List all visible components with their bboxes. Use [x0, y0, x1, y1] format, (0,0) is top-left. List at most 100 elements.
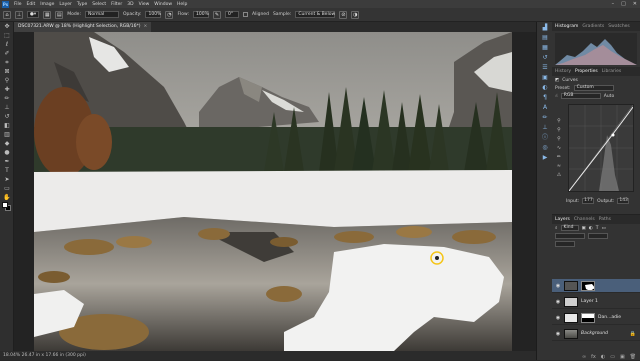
opacity-field[interactable]: 100% — [145, 11, 162, 18]
photoshop-logo[interactable]: Ps — [2, 0, 9, 8]
new-group-icon[interactable]: ▭ — [610, 354, 615, 360]
close-tab-icon[interactable]: × — [144, 24, 148, 29]
paragraph-icon[interactable]: ¶ — [540, 94, 550, 102]
layer-fill-field[interactable] — [555, 241, 575, 247]
libraries-icon[interactable]: ▣ — [540, 74, 550, 82]
histogram-icon[interactable]: ▟ — [540, 24, 550, 32]
brush-icon[interactable]: ✏ — [540, 114, 550, 122]
layer-mask-thumbnail[interactable] — [581, 280, 595, 291]
eraser-tool-icon[interactable]: ◧ — [2, 122, 12, 130]
visibility-eye-icon[interactable]: ◉ — [555, 331, 561, 337]
menu-3d[interactable]: 3D — [127, 2, 133, 7]
layer-row-background[interactable]: ◉ Background 🔒 — [552, 327, 640, 341]
tab-channels[interactable]: Channels — [574, 217, 595, 222]
home-icon[interactable]: ⌂ — [3, 10, 11, 19]
gray-point-eyedropper-icon[interactable]: ⚲ — [555, 127, 563, 134]
layer-row-dan[interactable]: ◉ Dan...adie — [552, 311, 640, 325]
move-tool-icon[interactable]: ✥ — [2, 23, 12, 31]
brush-tool-icon[interactable]: ✏ — [2, 95, 12, 103]
navigator-icon[interactable]: ◎ — [540, 144, 550, 152]
ignore-adjustment-icon[interactable]: ⊘ — [339, 10, 348, 19]
white-point-eyedropper-icon[interactable]: ⚲ — [555, 136, 563, 143]
pencil-curve-icon[interactable]: ✏ — [555, 154, 563, 161]
aligned-checkbox[interactable] — [243, 12, 249, 17]
add-mask-icon[interactable]: ◐ — [601, 354, 605, 360]
close-window-button[interactable]: ✕ — [633, 1, 637, 7]
delete-layer-icon[interactable]: 🗑 — [630, 354, 636, 360]
character-icon[interactable]: A — [540, 104, 550, 112]
menu-layer[interactable]: Layer — [59, 2, 72, 7]
tab-swatches[interactable]: Swatches — [608, 24, 630, 29]
brush-settings-icon[interactable]: ▦ — [43, 10, 52, 19]
channel-select[interactable]: RGB — [560, 93, 601, 99]
maximize-button[interactable]: □ — [621, 1, 626, 7]
layer-opacity-field[interactable] — [588, 233, 608, 239]
new-layer-icon[interactable]: ▣ — [620, 354, 625, 360]
menu-help[interactable]: Help — [177, 2, 187, 7]
tab-histogram[interactable]: Histogram — [555, 24, 578, 29]
eyedropper-tool-icon[interactable]: ⚲ — [2, 77, 12, 85]
filter-adjust-icon[interactable]: ◐ — [589, 226, 593, 231]
menu-select[interactable]: Select — [92, 2, 106, 7]
tab-layers[interactable]: Layers — [555, 217, 570, 222]
pen-tool-icon[interactable]: ✒ — [2, 158, 12, 166]
menu-image[interactable]: Image — [40, 2, 54, 7]
foreground-color-swatch[interactable] — [2, 202, 8, 208]
blur-tool-icon[interactable]: ◆ — [2, 140, 12, 148]
adjustments-icon[interactable]: ◐ — [540, 84, 550, 92]
curve-point-tool-icon[interactable]: ∿ — [555, 145, 563, 152]
clipping-warning-icon[interactable]: ⚠ — [555, 172, 563, 179]
airbrush-icon[interactable]: ✎ — [213, 10, 222, 19]
clone-source-icon[interactable]: ▤ — [55, 10, 64, 19]
curves-graph[interactable] — [568, 104, 634, 192]
tab-paths[interactable]: Paths — [599, 217, 611, 222]
input-field[interactable]: 177 — [582, 198, 595, 204]
sample-select[interactable]: Current & Below — [295, 11, 336, 18]
crop-tool-icon[interactable]: ⌗ — [2, 59, 12, 67]
filter-shape-icon[interactable]: ▭ — [601, 226, 605, 231]
output-field[interactable]: 143 — [617, 198, 630, 204]
clone-stamp-tool-icon[interactable]: ⊥ — [2, 104, 12, 112]
info-icon[interactable]: ⓘ — [540, 134, 550, 142]
auto-button[interactable]: Auto — [604, 94, 614, 99]
tab-properties[interactable]: Properties — [575, 69, 598, 74]
swatches-icon[interactable]: ▦ — [540, 44, 550, 52]
history-icon[interactable]: ↺ — [540, 54, 550, 62]
path-select-tool-icon[interactable]: ➤ — [2, 176, 12, 184]
mode-select[interactable]: Normal — [84, 11, 119, 18]
pressure-size-icon[interactable]: ◑ — [351, 10, 360, 19]
menu-window[interactable]: Window — [154, 2, 172, 7]
black-point-eyedropper-icon[interactable]: ⚲ — [555, 118, 563, 125]
layer-row-layer1[interactable]: ◉ Layer 1 — [552, 295, 640, 309]
menu-view[interactable]: View — [139, 2, 150, 7]
history-brush-tool-icon[interactable]: ↺ — [2, 113, 12, 121]
clone-stamp-icon[interactable]: ⊥ — [15, 10, 23, 19]
healing-brush-tool-icon[interactable]: ✚ — [2, 86, 12, 94]
pressure-opacity-icon[interactable]: ◔ — [165, 10, 174, 19]
menu-type[interactable]: Type — [77, 2, 87, 7]
on-image-adjust-icon[interactable]: ☝ — [555, 94, 558, 99]
filter-pixel-icon[interactable]: ▣ — [582, 226, 586, 231]
layer-mask-thumbnail[interactable] — [581, 312, 595, 323]
visibility-eye-icon[interactable]: ◉ — [555, 283, 561, 289]
tab-libraries[interactable]: Libraries — [602, 69, 621, 74]
kind-filter-select[interactable]: Kind — [560, 225, 579, 231]
layer-row-curves[interactable]: ◉ — [552, 279, 640, 293]
clone-source-panel-icon[interactable]: ⊥ — [540, 124, 550, 132]
shape-tool-icon[interactable]: ▭ — [2, 185, 12, 193]
tab-history[interactable]: History — [555, 69, 571, 74]
blend-mode-select[interactable] — [555, 233, 585, 239]
quick-select-tool-icon[interactable]: ✐ — [2, 50, 12, 58]
properties-icon[interactable]: ☰ — [540, 64, 550, 72]
flow-field[interactable]: 100% — [193, 11, 210, 18]
smooth-curve-icon[interactable]: ≈ — [555, 163, 563, 170]
hand-tool-icon[interactable]: ✋ — [2, 194, 12, 202]
document-tab[interactable]: DSC07321.ARW @ 18% (Highlight Selection,… — [14, 22, 152, 32]
minimize-button[interactable]: – — [612, 1, 615, 7]
marquee-tool-icon[interactable]: ⬚ — [2, 32, 12, 40]
lasso-tool-icon[interactable]: ℓ — [2, 41, 12, 49]
canvas-area[interactable] — [14, 32, 536, 351]
document-image[interactable] — [34, 32, 512, 351]
type-tool-icon[interactable]: T — [2, 167, 12, 175]
angle-field[interactable]: 0° — [225, 11, 240, 18]
